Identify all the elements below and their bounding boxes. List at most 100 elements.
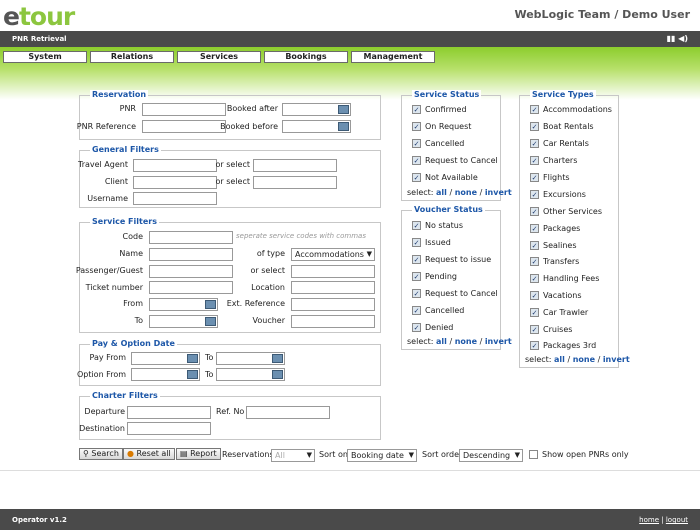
select-none-link[interactable]: none: [573, 355, 595, 364]
reset-icon: ●: [127, 449, 134, 458]
select-all-link[interactable]: all: [554, 355, 565, 364]
chevron-down-icon: ▼: [306, 451, 312, 459]
client-label: Client: [104, 177, 128, 186]
voucher-request-issue-checkbox[interactable]: ✓: [412, 255, 421, 264]
select-all-link[interactable]: all: [436, 188, 447, 197]
of-type-label: of type: [256, 249, 285, 258]
location-label: Location: [251, 283, 285, 292]
select-invert-link[interactable]: invert: [603, 355, 630, 364]
type-packages-checkbox[interactable]: ✓: [530, 224, 539, 233]
type-flights-checkbox[interactable]: ✓: [530, 173, 539, 182]
voucher-status-select-row: select: all / none / invert: [407, 337, 512, 346]
calendar-icon[interactable]: [272, 354, 283, 363]
nav-management[interactable]: Management: [351, 51, 435, 63]
option-to-input[interactable]: [216, 368, 285, 381]
calendar-icon[interactable]: [187, 370, 198, 379]
calendar-icon[interactable]: [338, 105, 349, 114]
status-cancelled-checkbox[interactable]: ✓: [412, 139, 421, 148]
name-input[interactable]: [149, 248, 233, 261]
type-flights-label: Flights: [543, 173, 570, 182]
nav-system[interactable]: System: [3, 51, 87, 63]
type-vacations-checkbox[interactable]: ✓: [530, 291, 539, 300]
search-button[interactable]: ⚲ Search: [79, 448, 123, 460]
status-confirmed-checkbox[interactable]: ✓: [412, 105, 421, 114]
type-charters-checkbox[interactable]: ✓: [530, 156, 539, 165]
name-label: Name: [119, 249, 143, 258]
voucher-denied-checkbox[interactable]: ✓: [412, 323, 421, 332]
select-none-link[interactable]: none: [455, 337, 477, 346]
to-date-input[interactable]: [149, 315, 218, 328]
sort-on-select[interactable]: Booking date ▼: [347, 449, 417, 462]
option-from-input[interactable]: [131, 368, 200, 381]
type-packages-3rd-checkbox[interactable]: ✓: [530, 341, 539, 350]
reservations-label: Reservations: [222, 450, 274, 459]
nav-services[interactable]: Services: [177, 51, 261, 63]
from-date-input[interactable]: [149, 298, 218, 311]
ref-no-input[interactable]: [246, 406, 330, 419]
etour-logo[interactable]: etour: [3, 2, 75, 31]
option-to-label: To: [205, 370, 214, 379]
calendar-icon[interactable]: [338, 122, 349, 131]
home-link[interactable]: home: [639, 516, 659, 524]
type-sealines-checkbox[interactable]: ✓: [530, 241, 539, 250]
passenger-select[interactable]: [291, 265, 375, 278]
select-none-link[interactable]: none: [455, 188, 477, 197]
status-not-available-checkbox[interactable]: ✓: [412, 173, 421, 182]
pnr-reference-input[interactable]: [142, 120, 226, 133]
travel-agent-input[interactable]: [133, 159, 217, 172]
type-transfers-checkbox[interactable]: ✓: [530, 257, 539, 266]
code-input[interactable]: [149, 231, 233, 244]
service-type-select[interactable]: Accommodations ▼: [291, 248, 375, 261]
client-select[interactable]: [253, 176, 337, 189]
booked-after-input[interactable]: [282, 103, 351, 116]
select-invert-link[interactable]: invert: [485, 337, 512, 346]
voucher-issued-checkbox[interactable]: ✓: [412, 238, 421, 247]
username-input[interactable]: [133, 192, 217, 205]
calendar-icon[interactable]: [205, 317, 216, 326]
passenger-input[interactable]: [149, 265, 233, 278]
status-request-cancel-checkbox[interactable]: ✓: [412, 156, 421, 165]
pay-from-input[interactable]: [131, 352, 200, 365]
voucher-pending-checkbox[interactable]: ✓: [412, 272, 421, 281]
type-handling-fees-label: Handling Fees: [543, 274, 600, 283]
client-input[interactable]: [133, 176, 217, 189]
location-input[interactable]: [291, 281, 375, 294]
chevron-down-icon: ▼: [408, 451, 414, 459]
type-excursions-checkbox[interactable]: ✓: [530, 190, 539, 199]
type-cruises-checkbox[interactable]: ✓: [530, 325, 539, 334]
voucher-request-cancel-checkbox[interactable]: ✓: [412, 289, 421, 298]
chart-sound-icons[interactable]: ▮▮ ◀): [667, 34, 688, 43]
sort-order-select[interactable]: Descending ▼: [459, 449, 523, 462]
pnr-input[interactable]: [142, 103, 226, 116]
destination-input[interactable]: [127, 422, 211, 435]
type-accommodations-checkbox[interactable]: ✓: [530, 105, 539, 114]
reset-all-button[interactable]: ● Reset all: [123, 448, 175, 460]
calendar-icon[interactable]: [272, 370, 283, 379]
reservations-select[interactable]: All ▼: [271, 449, 315, 462]
nav-relations[interactable]: Relations: [90, 51, 174, 63]
type-boat-rentals-checkbox[interactable]: ✓: [530, 122, 539, 131]
show-open-pnrs-checkbox[interactable]: [529, 450, 538, 459]
travel-agent-select[interactable]: [253, 159, 337, 172]
pay-to-input[interactable]: [216, 352, 285, 365]
booked-before-input[interactable]: [282, 120, 351, 133]
ticket-number-input[interactable]: [149, 281, 233, 294]
to-label: To: [134, 316, 143, 325]
type-handling-fees-checkbox[interactable]: ✓: [530, 274, 539, 283]
departure-input[interactable]: [127, 406, 211, 419]
nav-bookings[interactable]: Bookings: [264, 51, 348, 63]
status-on-request-checkbox[interactable]: ✓: [412, 122, 421, 131]
select-all-link[interactable]: all: [436, 337, 447, 346]
report-button[interactable]: ▤ Report: [176, 448, 221, 460]
select-invert-link[interactable]: invert: [485, 188, 512, 197]
calendar-icon[interactable]: [205, 300, 216, 309]
voucher-input[interactable]: [291, 315, 375, 328]
logout-link[interactable]: logout: [666, 516, 688, 524]
voucher-cancelled-checkbox[interactable]: ✓: [412, 306, 421, 315]
ext-reference-input[interactable]: [291, 298, 375, 311]
voucher-no-status-checkbox[interactable]: ✓: [412, 221, 421, 230]
type-car-trawler-checkbox[interactable]: ✓: [530, 308, 539, 317]
type-car-rentals-checkbox[interactable]: ✓: [530, 139, 539, 148]
type-other-services-checkbox[interactable]: ✓: [530, 207, 539, 216]
calendar-icon[interactable]: [187, 354, 198, 363]
